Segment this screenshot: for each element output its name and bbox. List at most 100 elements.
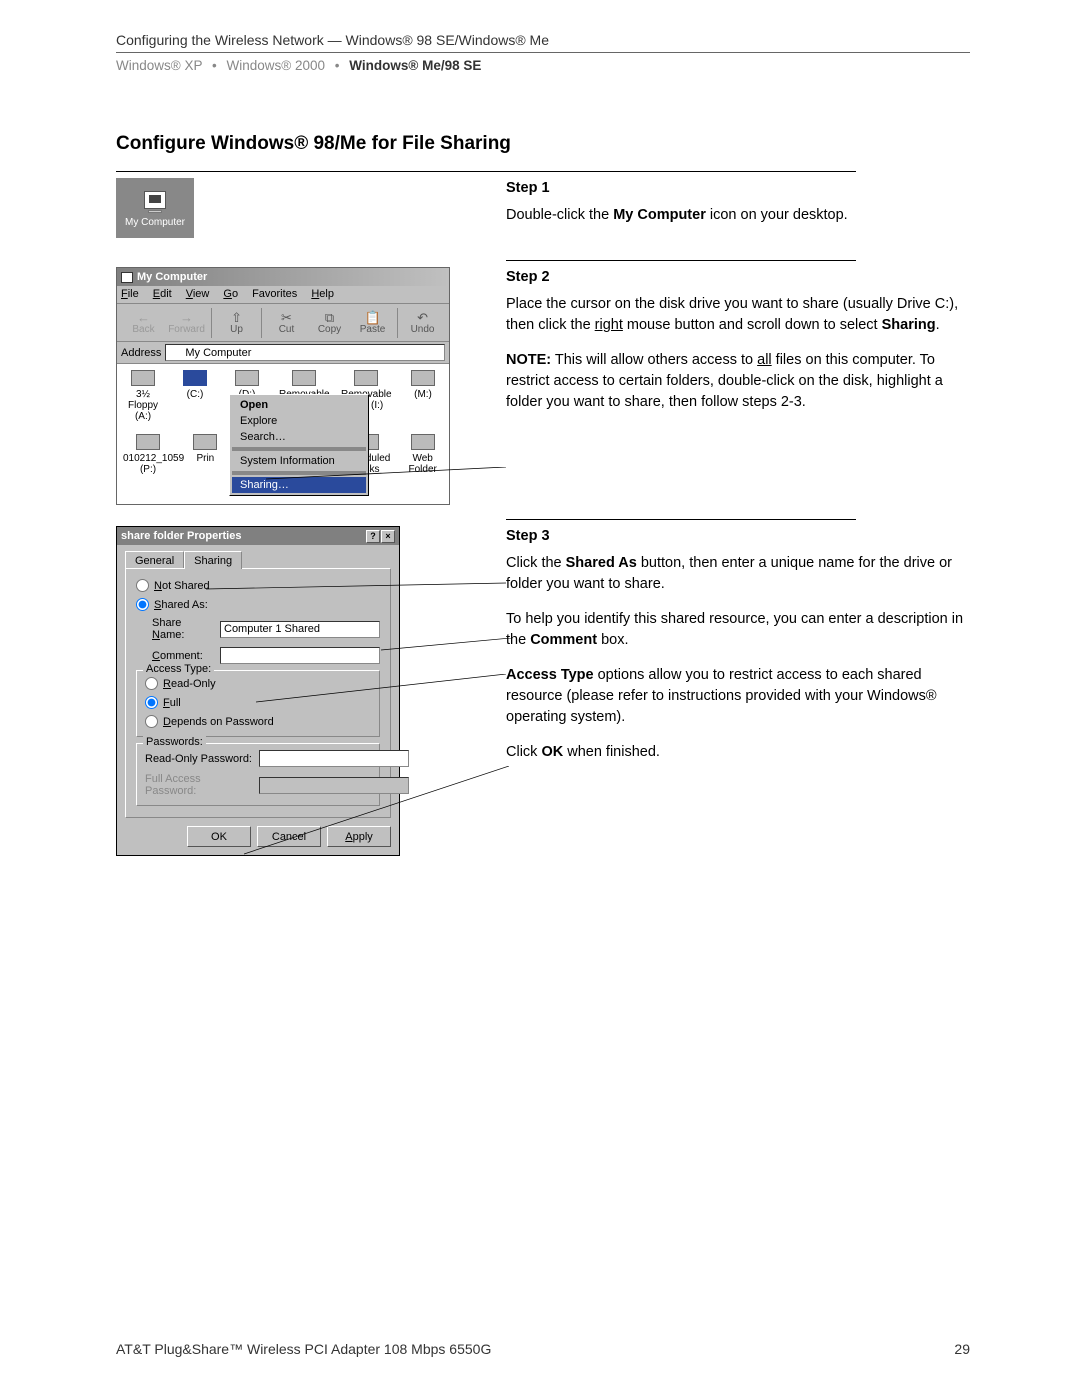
- shared-as-radio[interactable]: [136, 598, 149, 611]
- copy-button[interactable]: ⧉Copy: [309, 306, 350, 340]
- leader-comment: [381, 638, 511, 656]
- up-icon: ⇧: [231, 311, 242, 324]
- properties-dialog: share folder Properties ? × General Shar…: [116, 526, 400, 856]
- ctx-open[interactable]: Open: [232, 397, 366, 413]
- breadcrumb-item-active: Windows® Me/98 SE: [349, 58, 481, 73]
- share-name-field[interactable]: [220, 621, 380, 638]
- fa-pw-label: Full Access Password:: [145, 773, 253, 797]
- web-folders[interactable]: Web Folder: [402, 434, 443, 475]
- menu-favorites[interactable]: Favorites: [252, 288, 297, 301]
- cut-icon: ✂: [281, 311, 292, 324]
- comment-field[interactable]: [220, 647, 380, 664]
- ctx-sep: [232, 471, 366, 475]
- breadcrumb-item[interactable]: Windows® XP: [116, 58, 202, 73]
- web-folder-icon: [411, 434, 435, 450]
- explorer-body: 3½ Floppy (A:) (C:) (D:) Removable Remov…: [117, 364, 449, 504]
- undo-icon: ↶: [417, 311, 428, 324]
- drive-m[interactable]: (M:): [403, 370, 443, 422]
- tab-pane-sharing: Not Shared Shared As: Share Name: Commen…: [125, 568, 391, 818]
- tabs: General Sharing: [125, 551, 391, 569]
- step3-p1: Click the Shared As button, then enter a…: [506, 553, 970, 595]
- step3-title: Step 3: [506, 526, 970, 547]
- paste-icon: 📋: [364, 311, 380, 324]
- footer-product: AT&T Plug&Share™ Wireless PCI Adapter 10…: [116, 1341, 491, 1357]
- page-footer: AT&T Plug&Share™ Wireless PCI Adapter 10…: [116, 1341, 970, 1357]
- printers[interactable]: Prin: [185, 434, 226, 475]
- toolbar: ←Back →Forward ⇧Up ✂Cut ⧉Copy 📋Paste ↶Un…: [117, 304, 449, 342]
- sep: [397, 308, 398, 338]
- read-only-radio[interactable]: [145, 677, 158, 690]
- monitor-base-icon: [148, 210, 162, 213]
- titlebar: My Computer: [117, 268, 449, 286]
- menu-help[interactable]: Help: [311, 288, 334, 301]
- menu-view[interactable]: View: [186, 288, 210, 301]
- help-button[interactable]: ?: [366, 530, 380, 543]
- my-computer-icon: [169, 347, 182, 359]
- back-button[interactable]: ←Back: [123, 306, 164, 340]
- undo-button[interactable]: ↶Undo: [402, 306, 443, 340]
- passwords-title: Passwords:: [143, 736, 206, 748]
- back-icon: ←: [137, 311, 150, 324]
- step1-title: Step 1: [506, 178, 970, 199]
- step1-text: Double-click the My Computer icon on you…: [506, 205, 970, 226]
- ro-pw-label: Read-Only Password:: [145, 753, 253, 765]
- step2-p1: Place the cursor on the disk drive you w…: [506, 294, 970, 336]
- menu-edit[interactable]: Edit: [153, 288, 172, 301]
- address-field[interactable]: My Computer: [165, 344, 445, 361]
- my-computer-window: My Computer File Edit View Go Favorites …: [116, 267, 450, 505]
- forward-button[interactable]: →Forward: [166, 306, 207, 340]
- cancel-button[interactable]: Cancel: [257, 826, 321, 847]
- ctx-sharing[interactable]: Sharing…: [232, 477, 366, 493]
- step2-rule: [506, 260, 856, 261]
- tab-sharing[interactable]: Sharing: [184, 551, 242, 569]
- breadcrumb-sep: •: [335, 58, 340, 73]
- my-computer-icon[interactable]: My Computer: [116, 178, 194, 238]
- step3-p3: Access Type options allow you to restric…: [506, 665, 970, 728]
- globe-icon: [411, 370, 435, 386]
- depends-label: Depends on Password: [163, 716, 274, 728]
- ctx-system-information[interactable]: System Information: [232, 453, 366, 469]
- address-label: Address: [121, 347, 161, 359]
- drive-c[interactable]: (C:): [175, 370, 215, 422]
- ok-button[interactable]: OK: [187, 826, 251, 847]
- step3-p4: Click OK when finished.: [506, 742, 970, 763]
- forward-icon: →: [180, 311, 193, 324]
- footer-page-number: 29: [954, 1341, 970, 1357]
- menu-go[interactable]: Go: [223, 288, 238, 301]
- access-type-group: Access Type: Read-Only Full Depends on P…: [136, 670, 380, 737]
- window-title: My Computer: [137, 271, 207, 283]
- comment-label: Comment:: [152, 650, 214, 662]
- menu-file[interactable]: File: [121, 288, 139, 301]
- section-heading: Configure Windows® 98/Me for File Sharin…: [116, 133, 970, 155]
- step1-rule: [116, 171, 856, 172]
- access-type-title: Access Type:: [143, 663, 214, 675]
- passwords-group: Passwords: Read-Only Password: Full Acce…: [136, 743, 380, 806]
- breadcrumb-item[interactable]: Windows® 2000: [227, 58, 326, 73]
- paste-button[interactable]: 📋Paste: [352, 306, 393, 340]
- ro-pw-field[interactable]: [259, 750, 409, 767]
- not-shared-label: Not Shared: [154, 580, 210, 592]
- ctx-search[interactable]: Search…: [232, 429, 366, 445]
- address-field-value: My Computer: [185, 347, 251, 359]
- breadcrumb: Windows® XP • Windows® 2000 • Windows® M…: [116, 58, 970, 73]
- header-rule: [116, 52, 970, 53]
- full-radio[interactable]: [145, 696, 158, 709]
- drive-p[interactable]: 010212_1059 (P:): [123, 434, 173, 475]
- apply-button[interactable]: Apply: [327, 826, 391, 847]
- depends-radio[interactable]: [145, 715, 158, 728]
- dlg-title: share folder Properties: [121, 530, 241, 542]
- close-button[interactable]: ×: [381, 530, 395, 543]
- up-button[interactable]: ⇧Up: [216, 306, 257, 340]
- sep: [261, 308, 262, 338]
- cut-button[interactable]: ✂Cut: [266, 306, 307, 340]
- breadcrumb-sep: •: [212, 58, 217, 73]
- ctx-explore[interactable]: Explore: [232, 413, 366, 429]
- removable-icon: [354, 370, 378, 386]
- not-shared-radio[interactable]: [136, 579, 149, 592]
- floppy-icon: [131, 370, 155, 386]
- hdd-icon: [183, 370, 207, 386]
- drive-floppy[interactable]: 3½ Floppy (A:): [123, 370, 163, 422]
- tab-general[interactable]: General: [125, 551, 184, 569]
- share-name-label: Share Name:: [152, 617, 214, 641]
- desktop-icon-label: My Computer: [125, 217, 185, 228]
